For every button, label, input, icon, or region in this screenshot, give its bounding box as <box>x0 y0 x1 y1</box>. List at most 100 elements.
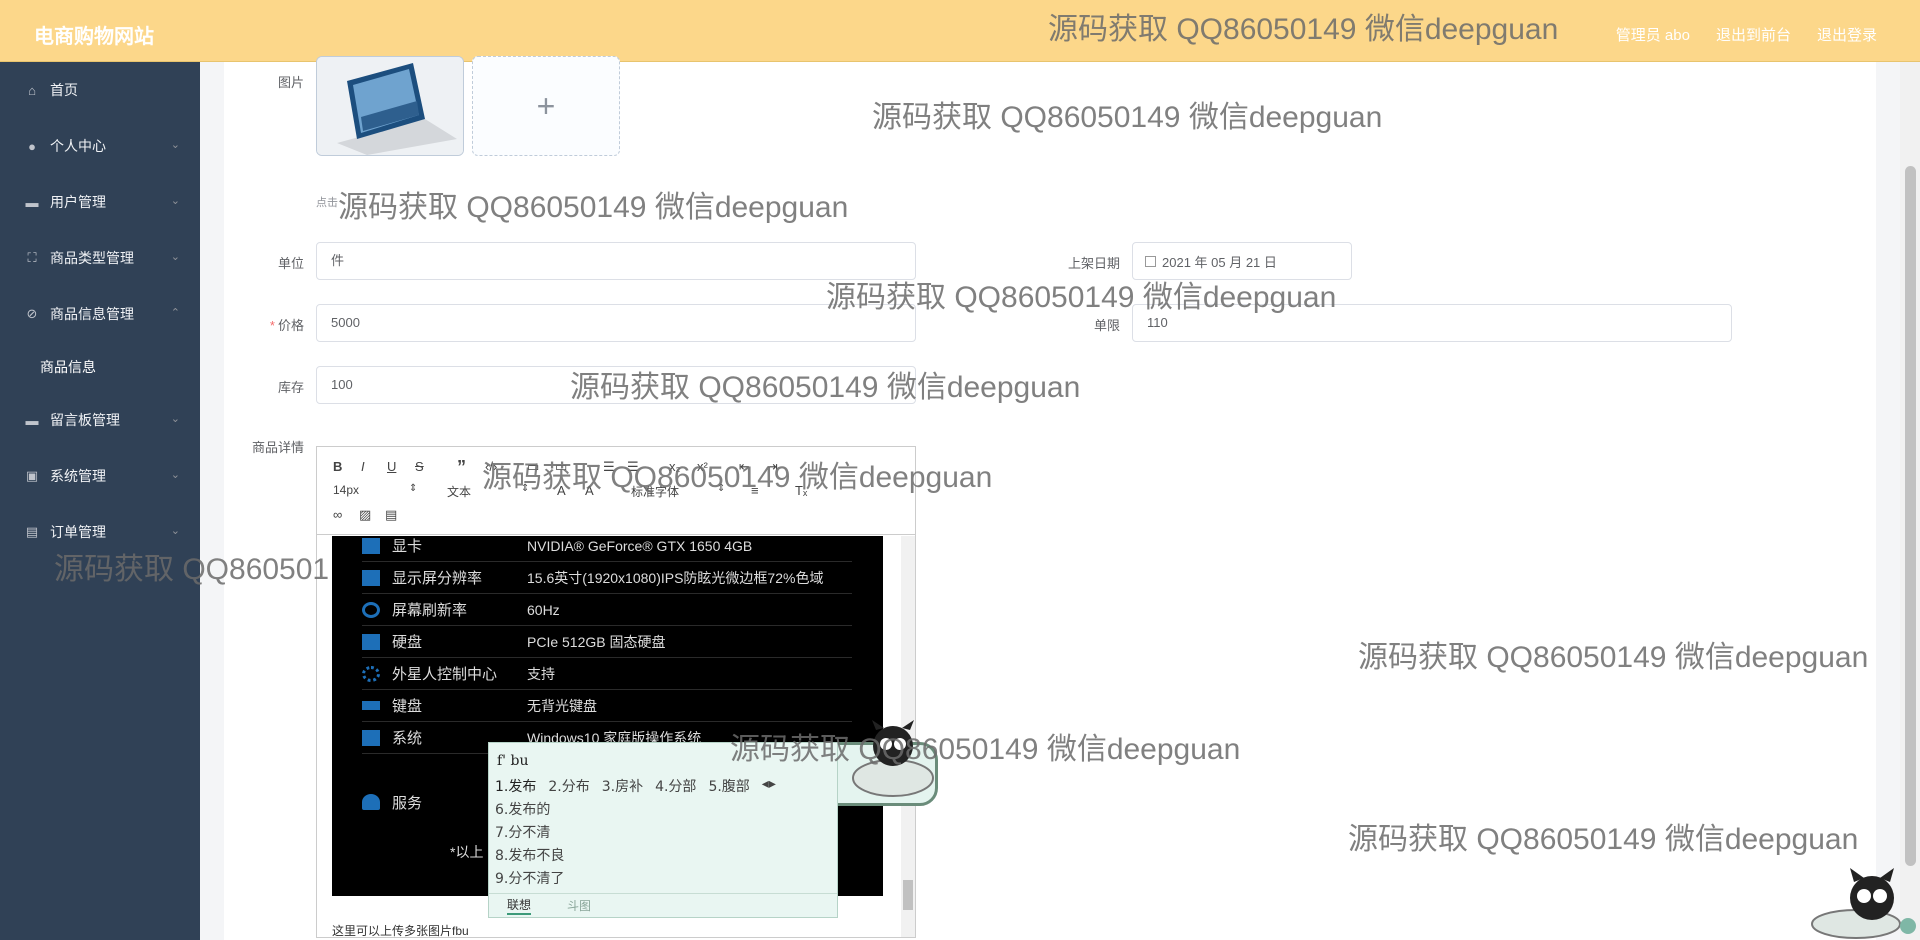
ime-candidate[interactable]: 5.腹部 <box>708 776 749 796</box>
sidebar-item-product-type[interactable]: ⛶ 商品类型管理 ⌄ <box>0 230 200 286</box>
logout-link[interactable]: 退出登录 <box>1817 24 1877 45</box>
image-label: 图片 <box>277 75 304 90</box>
sidebar: ⌂ 首页 ● 个人中心 ⌄ ▬ 用户管理 ⌄ ⛶ 商品类型管理 ⌄ ⊘ 商品信息… <box>0 62 200 940</box>
align-icon[interactable]: ≡ <box>751 483 759 498</box>
upload-add-button[interactable]: + <box>472 56 620 156</box>
unit-label: 单位 <box>277 256 304 271</box>
display-icon <box>362 569 380 586</box>
video-icon[interactable]: ▤ <box>385 507 397 523</box>
background-color-icon[interactable]: A <box>585 483 594 498</box>
ime-tabs: 联想 斗图 <box>489 893 837 917</box>
strikethrough-button[interactable]: S <box>415 459 424 474</box>
link-icon[interactable]: ∞ <box>333 507 342 522</box>
site-brand[interactable]: 电商购物网站 <box>34 20 154 49</box>
spec-row: 键盘 无背光键盘 <box>362 690 852 722</box>
spec-row: 屏幕刷新率 60Hz <box>362 594 852 626</box>
windows-icon <box>362 729 380 746</box>
select-arrows-icon: ⇕ <box>409 483 418 494</box>
sidebar-item-label: 留言板管理 <box>50 412 120 428</box>
required-asterisk: * <box>269 318 275 333</box>
ime-candidate-list: f' bu 1.发布 2.分布 3.房补 4.分部 5.腹部 ◂▸ 6.发布的 … <box>488 742 838 918</box>
spec-name: 显卡 <box>392 538 423 555</box>
ime-candidate[interactable]: 6.发布的 <box>495 799 550 819</box>
calendar-icon <box>1145 255 1156 267</box>
ime-tab-sticker[interactable]: 斗图 <box>567 897 591 914</box>
ime-candidate[interactable]: 2.分布 <box>548 776 589 796</box>
stock-input[interactable]: 100 <box>316 366 916 404</box>
price-label: * 价格 <box>194 315 304 334</box>
stamp-icon: ▬ <box>25 194 39 210</box>
sidebar-item-label: 用户管理 <box>50 194 106 210</box>
sidebar-item-message-board[interactable]: ▬ 留言板管理 ⌄ <box>0 392 200 448</box>
header-one-icon[interactable]: ▭ <box>527 459 539 475</box>
ime-candidate[interactable]: 1.发布 <box>495 776 536 796</box>
sidebar-item-personal-center[interactable]: ● 个人中心 ⌄ <box>0 118 200 174</box>
sidebar-item-home[interactable]: ⌂ 首页 <box>0 62 200 118</box>
listing-date-label: 上架日期 <box>1067 256 1120 271</box>
page-scrollbar[interactable] <box>1900 62 1920 940</box>
back-to-frontend-link[interactable]: 退出到前台 <box>1716 24 1791 45</box>
unit-input[interactable]: 件 <box>316 242 916 280</box>
header-two-icon[interactable]: ▭ <box>555 459 567 475</box>
sidebar-item-label: 订单管理 <box>50 524 106 540</box>
sidebar-item-system-management[interactable]: ▣ 系统管理 ⌄ <box>0 448 200 504</box>
indent-icon[interactable]: ⇥ <box>767 459 778 475</box>
sidebar-item-user-management[interactable]: ▬ 用户管理 ⌄ <box>0 174 200 230</box>
bullet-list-icon[interactable]: ☰ <box>627 459 639 475</box>
ordered-list-icon[interactable]: ☰ <box>603 459 615 475</box>
sidebar-item-label: 首页 <box>50 82 78 98</box>
superscript-icon[interactable]: x² <box>697 459 708 474</box>
outdent-icon[interactable]: ⇤ <box>739 459 750 475</box>
limit-input[interactable]: 110 <box>1132 304 1732 342</box>
product-image-thumbnail[interactable] <box>316 56 464 156</box>
ime-candidate[interactable]: 9.分不清了 <box>495 868 564 888</box>
chevron-down-icon: ⌄ <box>170 139 180 151</box>
document-icon: ▤ <box>25 524 39 539</box>
ime-candidate[interactable]: 7.分不清 <box>495 822 550 842</box>
chevron-down-icon: ⌄ <box>170 195 180 207</box>
ime-tab-suggest[interactable]: 联想 <box>507 896 532 915</box>
chevron-down-icon: ⌄ <box>170 251 180 263</box>
listing-date-input[interactable]: 2021 年 05 月 21 日 <box>1132 242 1352 280</box>
italic-button[interactable]: I <box>361 459 365 474</box>
corner-mascot-icon <box>1811 868 1916 939</box>
bold-button[interactable]: B <box>333 459 342 474</box>
ime-candidate[interactable]: 8.发布不良 <box>495 845 564 865</box>
text-format-select[interactable]: 文本 <box>447 483 471 500</box>
upload-hint: 点击 <box>316 197 338 209</box>
underline-button[interactable]: U <box>387 459 396 474</box>
sidebar-item-order-management[interactable]: ▤ 订单管理 ⌄ <box>0 504 200 560</box>
sidebar-item-product-info-management[interactable]: ⊘ 商品信息管理 ⌃ <box>0 286 200 342</box>
sidebar-item-label: 商品类型管理 <box>50 250 134 266</box>
control-center-icon <box>362 665 380 682</box>
spec-row: 外星人控制中心 支持 <box>362 658 852 690</box>
ime-candidate[interactable]: 3.房补 <box>602 776 643 796</box>
spec-value: 60Hz <box>527 601 560 618</box>
font-size-select[interactable]: 14px <box>333 483 359 497</box>
sidebar-subitem-product-info[interactable]: 商品信息 <box>0 342 200 392</box>
image-icon[interactable]: ▨ <box>359 507 371 523</box>
user-icon: ● <box>28 138 36 154</box>
editor-scrollbar-thumb[interactable] <box>903 880 913 910</box>
ime-page-arrows-icon[interactable]: ◂▸ <box>762 776 776 796</box>
blockquote-button[interactable]: ” <box>457 457 466 478</box>
sidebar-item-label: 商品信息 <box>40 359 96 375</box>
subscript-icon[interactable]: x₂ <box>669 459 681 474</box>
chevron-down-icon: ⌄ <box>170 469 180 481</box>
spec-row: 显示屏分辨率 15.6英寸(1920x1080)IPS防眩光微边框72%色域 <box>362 562 852 594</box>
limit-label: 单限 <box>1093 318 1120 333</box>
spec-footnote: *以上 <box>450 844 484 860</box>
code-block-icon[interactable]: ‹/› <box>485 459 497 474</box>
select-arrows-icon: ⇕ <box>717 483 726 494</box>
clear-format-icon[interactable]: Tₓ <box>795 483 807 498</box>
font-color-icon[interactable]: A <box>557 483 566 498</box>
spec-row: 硬盘 PCIe 512GB 固态硬盘 <box>362 626 852 658</box>
page-scrollbar-thumb[interactable] <box>1905 166 1916 866</box>
font-family-select[interactable]: 标准字体 <box>631 483 679 500</box>
price-input[interactable]: 5000 <box>316 304 916 342</box>
spec-row: 显卡 NVIDIA® GeForce® GTX 1650 4GB <box>362 536 852 562</box>
price-label-text: 价格 <box>277 318 304 333</box>
select-arrows-icon: ⇕ <box>521 483 530 494</box>
admin-user-label[interactable]: 管理员 abo <box>1616 24 1690 45</box>
ime-candidate[interactable]: 4.分部 <box>655 776 696 796</box>
